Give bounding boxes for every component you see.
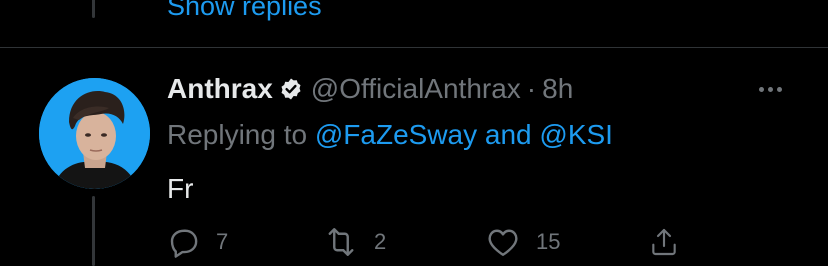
like-button[interactable]: 15 <box>484 222 560 262</box>
replying-to: Replying to @FaZeSway and @KSI <box>167 116 613 154</box>
reply-count: 7 <box>216 229 229 254</box>
mention-link[interactable]: @KSI <box>539 119 613 150</box>
tweet-header: Anthrax @OfficialAnthrax · 8h <box>167 70 573 108</box>
replying-joiner: and <box>484 119 532 150</box>
tweet-text: Fr <box>167 173 194 204</box>
avatar[interactable] <box>39 78 150 189</box>
replying-prefix: Replying to <box>167 119 308 150</box>
mention-link[interactable]: @FaZeSway <box>315 119 477 150</box>
retweet-count: 2 <box>374 229 387 254</box>
more-options-icon[interactable] <box>752 78 788 100</box>
show-replies-link[interactable]: Show replies <box>167 0 322 22</box>
retweet-icon <box>322 224 360 260</box>
retweet-button[interactable]: 2 <box>322 222 386 262</box>
share-button[interactable] <box>648 222 680 262</box>
heart-icon <box>484 224 522 260</box>
reply-button[interactable]: 7 <box>166 222 228 262</box>
reply-icon <box>166 224 202 260</box>
timestamp[interactable]: 8h <box>542 73 573 105</box>
divider <box>0 47 828 48</box>
handle[interactable]: @OfficialAnthrax <box>311 73 521 105</box>
share-icon <box>648 225 680 259</box>
previous-thread-line <box>92 0 95 18</box>
display-name[interactable]: Anthrax <box>167 73 273 105</box>
tweet-actions: 7 2 15 <box>0 222 828 262</box>
like-count: 15 <box>536 229 561 254</box>
verified-badge-icon <box>279 77 303 101</box>
separator-dot: · <box>526 73 537 104</box>
avatar-photo <box>39 78 150 189</box>
